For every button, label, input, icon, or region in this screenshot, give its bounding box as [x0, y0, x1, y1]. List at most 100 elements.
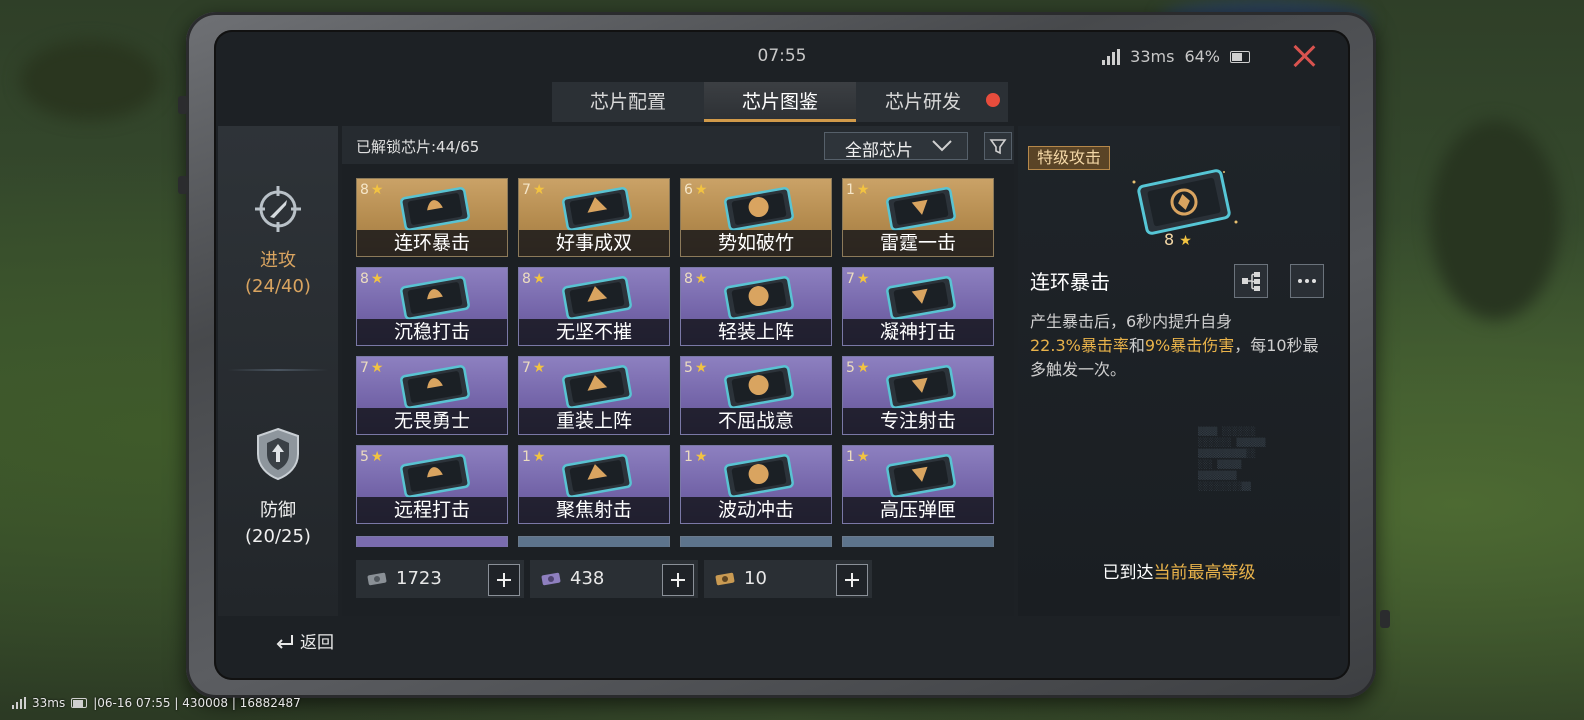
chip-card[interactable]: 6 ★ 势如破竹	[680, 178, 832, 257]
resource-value: 438	[570, 568, 605, 589]
chip-card-level-value: 8	[360, 182, 369, 198]
chip-card[interactable]: 7 ★ 重装上阵	[518, 356, 670, 435]
chip-icon	[400, 454, 470, 498]
chip-card-level: 1 ★	[684, 449, 707, 465]
chip-tree-button[interactable]	[1234, 264, 1268, 298]
chip-card-name: 无畏勇士	[357, 408, 507, 434]
category-sidebar: 进攻 (24/40) 防御 (20/25)	[218, 126, 338, 616]
chip-material-gold-icon	[715, 572, 735, 586]
shield-arrow-icon	[257, 427, 299, 481]
chip-card-partial[interactable]	[356, 536, 508, 547]
chip-card-level-value: 5	[846, 360, 855, 376]
chip-level: 8 ★	[1164, 230, 1192, 249]
chip-icon	[724, 365, 794, 409]
add-resource-button[interactable]	[836, 564, 868, 596]
chip-card-partial[interactable]	[518, 536, 670, 547]
chip-card-level: 5 ★	[846, 360, 869, 376]
chip-material-purple-icon	[541, 572, 561, 586]
chip-card[interactable]: 8 ★ 沉稳打击	[356, 267, 508, 346]
chip-card[interactable]: 1 ★ 波动冲击	[680, 445, 832, 524]
add-resource-button[interactable]	[662, 564, 694, 596]
chip-card-partial[interactable]	[842, 536, 994, 547]
background-blur	[20, 40, 160, 120]
resource-value: 10	[744, 568, 767, 589]
chip-card[interactable]: 8 ★ 连环暴击	[356, 178, 508, 257]
star-icon: ★	[370, 449, 384, 465]
chip-card[interactable]: 5 ★ 不屈战意	[680, 356, 832, 435]
chip-card-level: 7 ★	[522, 360, 545, 376]
chip-card-name: 连环暴击	[357, 230, 507, 256]
desc-highlight: 22.3%暴击率	[1030, 336, 1129, 355]
chip-card[interactable]: 7 ★ 好事成双	[518, 178, 670, 257]
chevron-down-icon	[932, 140, 952, 152]
star-icon: ★	[694, 449, 708, 465]
resource-gray: 1723	[356, 560, 524, 598]
chip-card[interactable]: 1 ★ 雷霆一击	[842, 178, 994, 257]
max-level-prefix: 已到达	[1102, 563, 1154, 583]
chip-card[interactable]: 8 ★ 无坚不摧	[518, 267, 670, 346]
add-resource-button[interactable]	[488, 564, 520, 596]
filter-button[interactable]	[984, 132, 1012, 160]
unlocked-count: 已解锁芯片:44/65	[356, 138, 480, 156]
chip-card[interactable]: 1 ★ 聚焦射击	[518, 445, 670, 524]
chip-card-level-value: 5	[684, 360, 693, 376]
chip-card-level: 8 ★	[684, 271, 707, 287]
star-icon: ★	[694, 182, 708, 198]
frame-bolt	[1380, 610, 1390, 628]
max-level-highlight: 当前最高等级	[1153, 563, 1256, 583]
more-options-button[interactable]	[1290, 264, 1324, 298]
chip-card[interactable]: 7 ★ 凝神打击	[842, 267, 994, 346]
back-button[interactable]: 返回	[274, 628, 334, 653]
star-icon: ★	[532, 449, 546, 465]
tab-bar: 芯片配置 芯片图鉴 芯片研发	[552, 82, 1008, 122]
max-level-notice: 已到达当前最高等级	[1018, 558, 1340, 583]
chip-icon	[562, 187, 632, 231]
star-icon: ★	[370, 271, 384, 287]
desc-highlight: 9%暴击伤害	[1144, 336, 1235, 355]
chip-card-level-value: 8	[360, 271, 369, 287]
background-blur	[1430, 120, 1560, 320]
chip-icon	[724, 276, 794, 320]
tab-chip-config[interactable]: 芯片配置	[552, 82, 704, 122]
nav-attack[interactable]: 进攻 (24/40)	[218, 184, 338, 300]
chip-card-level-value: 6	[684, 182, 693, 198]
star-icon: ★	[532, 360, 546, 376]
chip-card-level: 8 ★	[360, 271, 383, 287]
chip-icon	[400, 276, 470, 320]
star-icon: ★	[532, 271, 546, 287]
chip-card-level-value: 7	[846, 271, 855, 287]
chip-card-name: 重装上阵	[519, 408, 669, 434]
chip-material-gray-icon	[367, 572, 387, 586]
chip-card[interactable]: 1 ★ 高压弹匣	[842, 445, 994, 524]
chip-card-level: 6 ★	[684, 182, 707, 198]
chip-icon	[724, 454, 794, 498]
tab-label: 芯片图鉴	[741, 91, 818, 113]
chip-card-name: 势如破竹	[681, 230, 831, 256]
chip-card-level: 7 ★	[360, 360, 383, 376]
chip-icon	[724, 187, 794, 231]
chip-detail-panel: 特级攻击 8 ★ 连环暴击 产生暴击后，6秒内提升自身 22.3%暴击率和9%暴…	[1018, 126, 1340, 616]
chip-window: 07:55 33ms 64% 芯片配置 芯片图鉴 芯片研发 进攻 (24/40)	[214, 30, 1350, 680]
star-icon: ★	[694, 360, 708, 376]
notification-dot-icon	[986, 93, 1000, 107]
chip-card[interactable]: 7 ★ 无畏勇士	[356, 356, 508, 435]
chip-card-level-value: 7	[522, 182, 531, 198]
chip-card-name: 轻装上阵	[681, 319, 831, 345]
chip-filter-dropdown[interactable]: 全部芯片	[824, 132, 968, 161]
chip-card-level-value: 1	[522, 449, 531, 465]
chip-card-name: 远程打击	[357, 497, 507, 523]
tab-chip-research[interactable]: 芯片研发	[856, 82, 1008, 122]
nav-defense[interactable]: 防御 (20/25)	[218, 426, 338, 550]
tab-chip-codex[interactable]: 芯片图鉴	[704, 82, 856, 122]
chip-card-partial[interactable]	[680, 536, 832, 547]
chip-card-level-value: 1	[846, 182, 855, 198]
chip-card[interactable]: 8 ★ 轻装上阵	[680, 267, 832, 346]
battery-icon	[1230, 50, 1250, 63]
chip-card-name: 专注射击	[843, 408, 993, 434]
chip-card[interactable]: 5 ★ 专注射击	[842, 356, 994, 435]
chip-card-level: 7 ★	[522, 182, 545, 198]
chip-card[interactable]: 5 ★ 远程打击	[356, 445, 508, 524]
resource-gold: 10	[704, 560, 872, 598]
close-button[interactable]	[1292, 44, 1316, 68]
resource-bar: 1723 438 10	[356, 560, 872, 598]
